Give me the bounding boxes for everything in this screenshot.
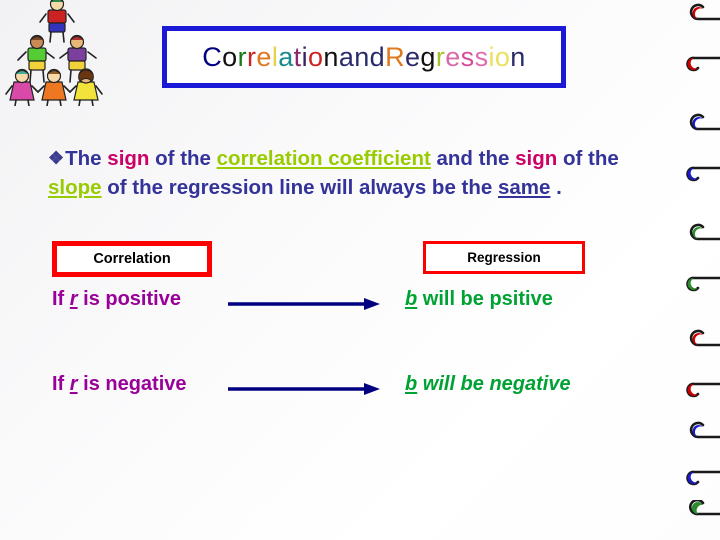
swirl-flourish-icon [689,3,720,21]
body-segment: same [498,176,551,199]
row-result-text: will be psitive [417,288,553,310]
row-result-text: will be negative [417,373,571,395]
swirl-flourish-icon [689,421,720,439]
body-segment: of the regression line will always be th… [101,176,498,199]
row-prefix: If [52,373,70,395]
swirl-flourish-icon [689,500,720,516]
right-arrow-icon [228,383,380,395]
diamond-bullet-icon: ❖ [48,148,65,168]
title-letter: o [222,41,238,72]
title-letter: t [293,41,302,72]
row-positive-result: b will be psitive [405,288,553,311]
swirl-flourish-icon [686,56,720,72]
body-segment: correlation coefficient [216,147,431,170]
title-letter: r [237,41,247,72]
row-negative-result: b will be negative [405,373,571,396]
title-letter: s [460,41,475,72]
correlation-header-label: Correlation [93,251,171,267]
title-letter: C [202,41,223,72]
body-text: The sign of the correlation coefficient … [48,147,619,199]
body-segment: of the [557,147,619,170]
title-letter: a [278,41,294,72]
title-letter: e [256,41,272,72]
correlation-header-box: Correlation [52,241,212,277]
title-letter: r [247,41,257,72]
right-arrow-icon [228,298,380,310]
children-pyramid-clipart [5,0,103,106]
title-letter: n [323,41,339,72]
body-segment: sign [515,147,558,170]
slide-canvas: CorrelationandRegression ❖The sign of th… [0,0,720,540]
body-segment: The [65,147,108,170]
swirl-flourish-icon [689,329,720,347]
row-positive-condition: If r is positive [52,288,181,311]
body-segment: sign [107,147,150,170]
swirl-flourish-icon [686,166,720,182]
body-segment: . [550,176,562,199]
title-letter: o [307,41,324,72]
row-suffix: is positive [77,288,181,310]
body-segment: of the [149,147,217,170]
title-letter: n [354,41,370,72]
title-letter: a [338,41,355,72]
regression-header-label: Regression [467,250,541,265]
body-segment: and the [430,147,516,170]
row-suffix: is negative [77,373,187,395]
title-letter: R [385,41,405,72]
body-paragraph: ❖The sign of the correlation coefficient… [48,144,660,202]
title-letter: e [404,41,421,72]
body-segment: slope [48,176,102,199]
swirl-flourish-icon [686,470,720,486]
title-letter: o [494,41,511,72]
title-letter: r [435,41,446,72]
title-letter: d [369,41,386,72]
row-negative-condition: If r is negative [52,373,187,396]
title-letter: g [420,41,436,72]
slide-title-box: CorrelationandRegression [162,26,566,88]
page-title: CorrelationandRegression [202,42,525,73]
swirl-flourish-icon [689,113,720,131]
variable-b: b [405,288,418,310]
mapping-row-positive: If r is positive b will be psitive [0,288,720,322]
variable-b: b [405,373,418,395]
mapping-row-negative: If r is negative b will be negative [0,373,720,407]
swirl-flourish-icon [689,223,720,241]
row-prefix: If [52,288,70,310]
variable-r: r [69,288,78,310]
title-letter: e [445,41,461,72]
title-letter: n [510,41,526,72]
variable-r: r [69,373,78,395]
title-letter: s [474,41,489,72]
regression-header-box: Regression [423,241,585,274]
